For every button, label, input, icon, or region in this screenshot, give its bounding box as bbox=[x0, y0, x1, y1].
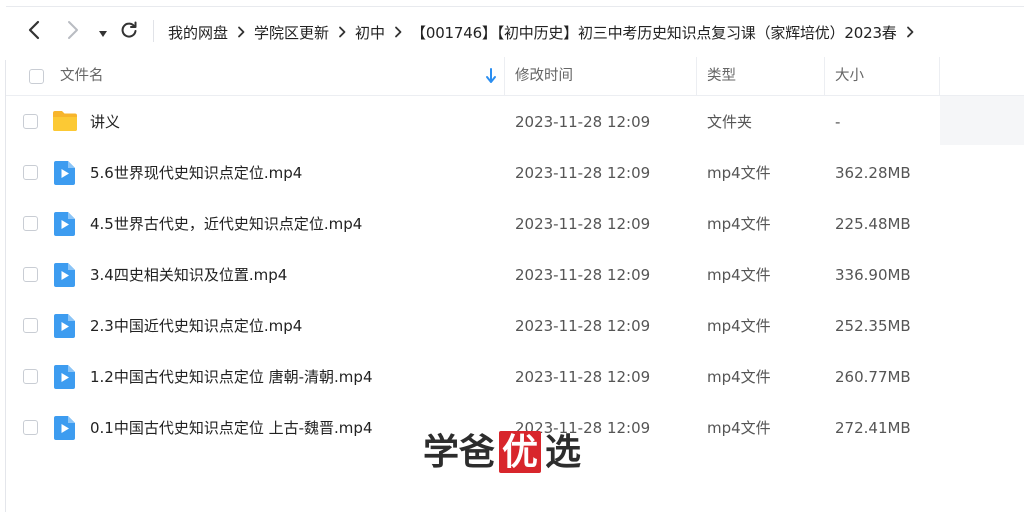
refresh-icon bbox=[120, 21, 138, 43]
row-checkbox[interactable] bbox=[23, 267, 38, 282]
video-file-icon bbox=[54, 263, 75, 291]
file-name[interactable]: 4.5世界古代史，近代史知识点定位.mp4 bbox=[90, 214, 362, 234]
chevron-right-icon bbox=[897, 20, 923, 44]
watermark-char-highlight: 优 bbox=[499, 431, 542, 473]
file-row-video[interactable]: 2.3中国近代史知识点定位.mp4 2023-11-28 12:09 mp4文件… bbox=[6, 301, 939, 352]
row-hover-area bbox=[940, 96, 1024, 145]
chevron-right-icon bbox=[329, 20, 355, 44]
watermark-char: 学 bbox=[423, 431, 460, 473]
file-type: mp4文件 bbox=[707, 164, 771, 182]
caret-down-icon bbox=[98, 23, 108, 42]
row-checkbox[interactable] bbox=[23, 114, 38, 129]
file-row-video[interactable]: 4.5世界古代史，近代史知识点定位.mp4 2023-11-28 12:09 m… bbox=[6, 199, 939, 250]
column-divider bbox=[824, 57, 825, 95]
watermark-char: 爸 bbox=[459, 431, 496, 473]
file-row-video[interactable]: 5.6世界现代史知识点定位.mp4 2023-11-28 12:09 mp4文件… bbox=[6, 148, 939, 199]
nav-divider bbox=[153, 20, 154, 42]
file-size: 225.48MB bbox=[835, 215, 911, 233]
column-header-name[interactable]: 文件名 bbox=[60, 67, 104, 85]
file-size: 260.77MB bbox=[835, 368, 911, 386]
file-name[interactable]: 0.1中国古代史知识点定位 上古-魏晋.mp4 bbox=[90, 418, 372, 438]
file-name[interactable]: 2.3中国近代史知识点定位.mp4 bbox=[90, 316, 302, 336]
video-file-icon bbox=[54, 161, 75, 189]
column-header-type[interactable]: 类型 bbox=[707, 67, 736, 85]
video-file-icon bbox=[54, 314, 75, 342]
toolbar: 我的网盘 学院区更新 初中 【001746】【初中历史】初三中考历史知识点复习课… bbox=[0, 0, 1024, 60]
history-dropdown-button[interactable] bbox=[91, 20, 115, 44]
file-row-folder[interactable]: 讲义 2023-11-28 12:09 文件夹 - bbox=[6, 97, 939, 148]
top-divider bbox=[6, 6, 1024, 7]
breadcrumb-item-junior-high[interactable]: 初中 bbox=[355, 22, 385, 43]
refresh-button[interactable] bbox=[117, 20, 141, 44]
column-divider bbox=[939, 57, 940, 95]
row-checkbox[interactable] bbox=[23, 318, 38, 333]
breadcrumb-item-my-drive[interactable]: 我的网盘 bbox=[168, 22, 228, 43]
file-modified: 2023-11-28 12:09 bbox=[515, 368, 651, 386]
video-file-icon bbox=[54, 212, 75, 240]
video-file-icon bbox=[54, 416, 75, 444]
video-file-icon bbox=[54, 365, 75, 393]
file-size: 336.90MB bbox=[835, 266, 911, 284]
row-checkbox[interactable] bbox=[23, 420, 38, 435]
file-type: mp4文件 bbox=[707, 215, 771, 233]
back-button[interactable] bbox=[22, 20, 46, 44]
file-size: 272.41MB bbox=[835, 419, 911, 437]
watermark-char: 选 bbox=[545, 431, 582, 473]
breadcrumb-item-college-updates[interactable]: 学院区更新 bbox=[254, 22, 329, 43]
file-row-video[interactable]: 3.4四史相关知识及位置.mp4 2023-11-28 12:09 mp4文件 … bbox=[6, 250, 939, 301]
file-type: mp4文件 bbox=[707, 368, 771, 386]
file-row-video[interactable]: 1.2中国古代史知识点定位 唐朝-清朝.mp4 2023-11-28 12:09… bbox=[6, 352, 939, 403]
watermark-logo: 学 爸 优 选 bbox=[423, 428, 581, 476]
column-divider bbox=[504, 57, 505, 95]
file-name[interactable]: 3.4四史相关知识及位置.mp4 bbox=[90, 265, 287, 285]
column-header-size[interactable]: 大小 bbox=[835, 67, 864, 85]
row-checkbox[interactable] bbox=[23, 165, 38, 180]
file-type: mp4文件 bbox=[707, 266, 771, 284]
file-name[interactable]: 5.6世界现代史知识点定位.mp4 bbox=[90, 163, 302, 183]
column-header-modified[interactable]: 修改时间 bbox=[515, 67, 573, 85]
forward-button[interactable] bbox=[61, 20, 85, 44]
chevron-right-icon bbox=[66, 20, 80, 44]
file-modified: 2023-11-28 12:09 bbox=[515, 113, 651, 131]
chevron-left-icon bbox=[27, 20, 41, 44]
file-type: mp4文件 bbox=[707, 317, 771, 335]
file-size: - bbox=[835, 113, 841, 131]
file-type: 文件夹 bbox=[707, 113, 753, 131]
sort-down-arrow-icon[interactable] bbox=[485, 68, 497, 88]
file-name[interactable]: 1.2中国古代史知识点定位 唐朝-清朝.mp4 bbox=[90, 367, 372, 387]
folder-icon bbox=[52, 110, 78, 136]
column-divider bbox=[696, 57, 697, 95]
file-size: 252.35MB bbox=[835, 317, 911, 335]
row-checkbox[interactable] bbox=[23, 216, 38, 231]
file-modified: 2023-11-28 12:09 bbox=[515, 164, 651, 182]
file-modified: 2023-11-28 12:09 bbox=[515, 266, 651, 284]
chevron-right-icon bbox=[228, 20, 254, 44]
select-all-checkbox[interactable] bbox=[29, 69, 44, 84]
chevron-right-icon bbox=[385, 20, 411, 44]
row-checkbox[interactable] bbox=[23, 369, 38, 384]
file-type: mp4文件 bbox=[707, 419, 771, 437]
file-name[interactable]: 讲义 bbox=[90, 112, 120, 132]
file-modified: 2023-11-28 12:09 bbox=[515, 317, 651, 335]
file-modified: 2023-11-28 12:09 bbox=[515, 215, 651, 233]
breadcrumb: 我的网盘 学院区更新 初中 【001746】【初中历史】初三中考历史知识点复习课… bbox=[168, 20, 923, 44]
file-size: 362.28MB bbox=[835, 164, 911, 182]
breadcrumb-item-current-folder[interactable]: 【001746】【初中历史】初三中考历史知识点复习课（家辉培优）2023春 bbox=[411, 22, 897, 43]
